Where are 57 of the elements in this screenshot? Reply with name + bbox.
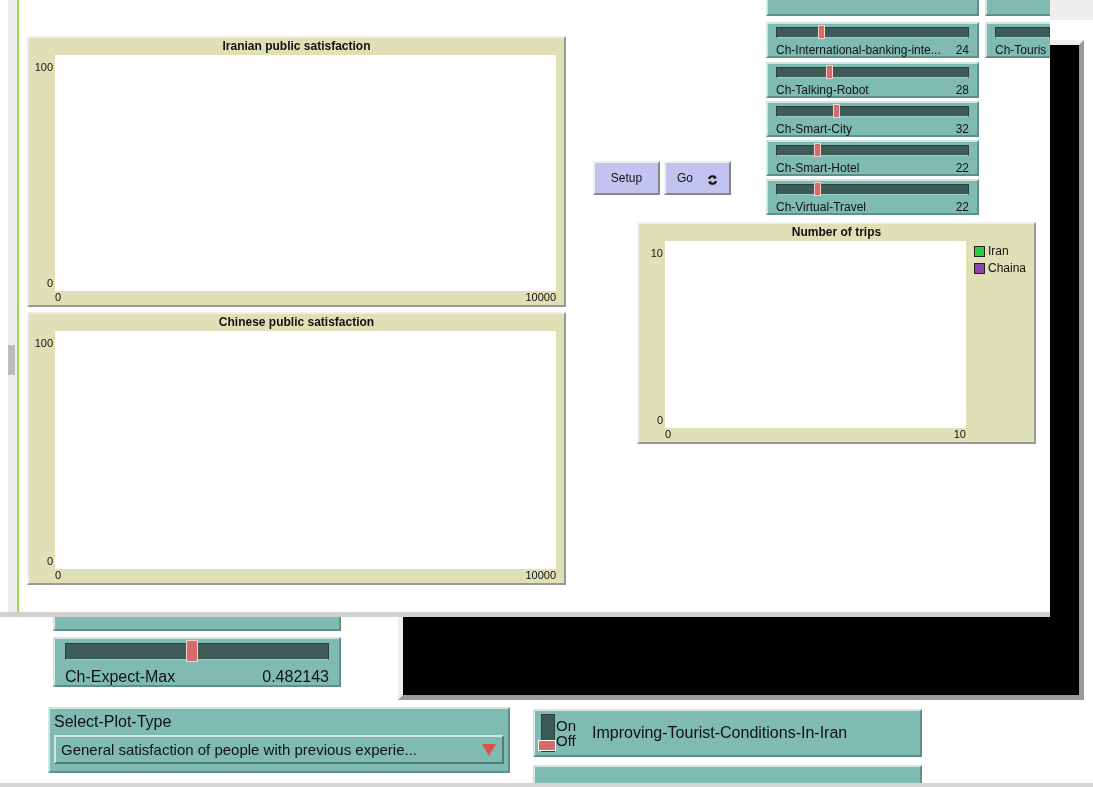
axis-label: 10000	[525, 569, 556, 583]
axis-label: 0	[656, 414, 663, 426]
slider-thumb[interactable]	[814, 182, 822, 196]
slider-value: 0.482143	[262, 668, 329, 686]
slider-thumb[interactable]	[817, 25, 825, 39]
slider[interactable]: Ch-Expect-Max 0.482143	[53, 637, 341, 687]
slider-value: 22	[955, 161, 969, 175]
button[interactable]: Go	[664, 161, 731, 195]
slider-thumb[interactable]	[185, 640, 198, 662]
chooser-label: Select-Plot-Type	[54, 713, 173, 731]
switch[interactable]: On Off Improving-Tourist-Conditions-In-Iran	[533, 709, 922, 757]
dropdown-arrow-icon	[482, 743, 496, 756]
axis-label: 0	[46, 277, 53, 289]
slider[interactable]: Ch-Talking-Robot 28	[766, 62, 979, 98]
slider-track	[995, 27, 1050, 38]
legend-label: Iran	[988, 243, 1009, 260]
axis-label: 100	[34, 61, 53, 73]
slider-label: Ch-Talking-Robot	[776, 83, 869, 97]
slider-thumb[interactable]	[825, 65, 833, 79]
switch-toggle[interactable]	[541, 714, 555, 752]
dropdown[interactable]: General satisfaction of people with previous experie...	[54, 735, 504, 764]
off-label: Off	[556, 733, 576, 748]
slider-label: Ch-Touris	[995, 43, 1047, 56]
slider-thumb[interactable]	[833, 104, 841, 118]
slider-thumb[interactable]	[814, 143, 822, 157]
slider-label: Ch-Smart-Hotel	[776, 161, 860, 175]
scrollbar-thumb[interactable]	[8, 345, 15, 375]
plot-title: Chinese public satisfaction	[217, 314, 376, 331]
plot-title: Iranian public satisfaction	[221, 38, 372, 55]
switch-label: Improving-Tourist-Conditions-In-Iran	[592, 724, 848, 742]
slider-value: 22	[955, 200, 969, 214]
slider[interactable]: Ch-International-banking-inte... 24	[766, 22, 979, 58]
on-label: On	[556, 718, 576, 733]
axis-label: 0	[55, 291, 62, 305]
axis-label: 0	[55, 569, 62, 583]
slider[interactable]: Ch-Smart-Hotel 22	[766, 140, 979, 176]
slider-value: 28	[955, 83, 969, 97]
slider-value: 24	[955, 43, 969, 57]
slider-label: Ch-Virtual-Travel	[776, 200, 867, 214]
slider[interactable]: Ch-Smart-City 32	[766, 101, 979, 137]
axis-label: 10	[650, 247, 663, 259]
axis-label: 10	[953, 428, 966, 442]
widget-edge	[985, 0, 1050, 16]
slider-value: 32	[955, 122, 969, 136]
axis-label: 0	[665, 428, 672, 442]
axis-label: 100	[34, 337, 53, 349]
slider-label: Ch-International-banking-inte...	[776, 43, 941, 57]
repeat-icon	[707, 173, 718, 186]
plot-title: Number of trips	[790, 224, 883, 241]
slider[interactable]: Ch-Virtual-Travel 22	[766, 179, 979, 215]
window-edge	[1050, 0, 1093, 20]
axis-label: 10000	[525, 291, 556, 305]
legend-label: Chaina	[988, 260, 1027, 277]
slider-label: Ch-Smart-City	[776, 122, 852, 136]
button[interactable]: Setup	[593, 161, 660, 195]
axis-label: 0	[46, 555, 53, 567]
slider-label: Ch-Expect-Max	[65, 668, 176, 686]
